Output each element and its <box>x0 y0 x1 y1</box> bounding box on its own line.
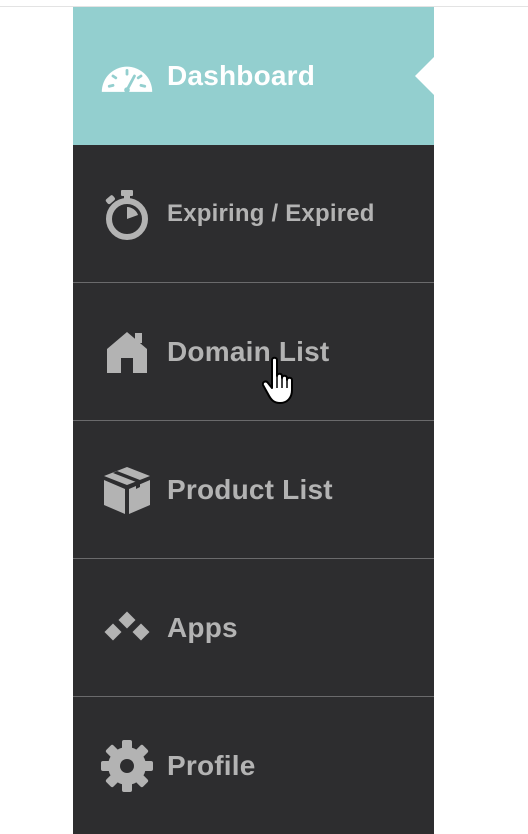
sidebar-item-profile[interactable]: Profile <box>73 697 434 834</box>
sidebar-item-label: Dashboard <box>167 60 316 91</box>
sidebar-item-label: Product List <box>167 473 333 505</box>
sidebar-item-label: Domain List <box>167 335 330 367</box>
page: Dashboard Expiring / Expired Domain List… <box>0 0 528 834</box>
stopwatch-icon <box>99 186 155 242</box>
sidebar-nav: Dashboard Expiring / Expired Domain List… <box>73 7 435 834</box>
sidebar-item-label: Expiring / Expired <box>167 199 375 227</box>
sidebar-item-expiring[interactable]: Expiring / Expired <box>73 145 434 283</box>
sidebar-item-dashboard[interactable]: Dashboard <box>73 7 435 145</box>
gear-icon <box>99 738 155 794</box>
house-icon <box>99 324 155 380</box>
speedometer-icon <box>99 48 155 104</box>
sidebar-item-label: Profile <box>167 749 256 781</box>
sidebar-item-apps[interactable]: Apps <box>73 559 434 697</box>
sidebar-item-product-list[interactable]: Product List <box>73 421 434 559</box>
box-icon <box>99 462 155 518</box>
sidebar-item-domain-list[interactable]: Domain List <box>73 283 434 421</box>
diamonds-icon <box>99 600 155 656</box>
sidebar-item-label: Apps <box>167 611 238 643</box>
